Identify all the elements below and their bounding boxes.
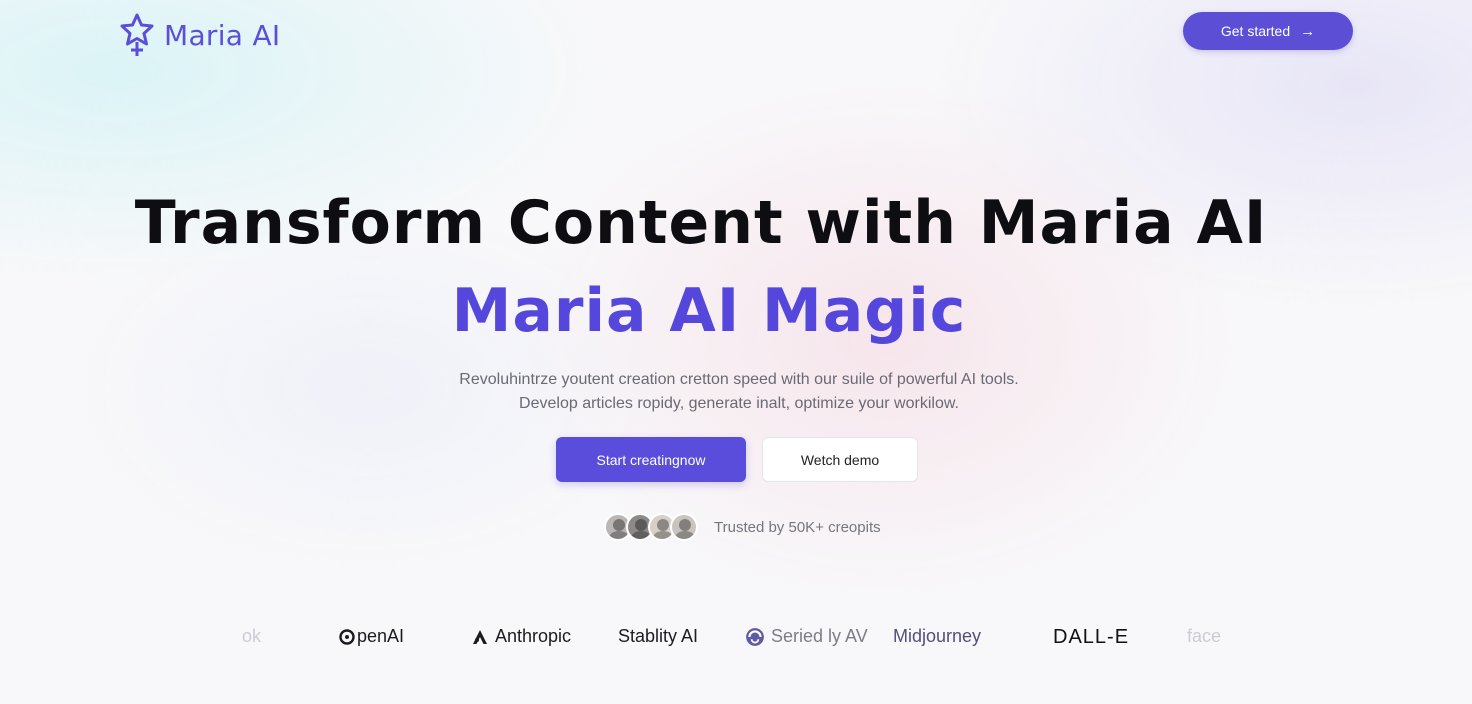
get-started-button[interactable]: Get started → (1183, 12, 1353, 50)
partner-logo-label: penAI (357, 626, 405, 646)
partner-logo-openai: penAI (338, 626, 404, 647)
openai-icon (339, 628, 355, 645)
partner-logo-label: face (1187, 626, 1222, 646)
partner-logos: ok penAI Anthropic Stablity AI Seried ly… (0, 620, 1472, 654)
swirl-icon (746, 627, 764, 646)
brand-logo[interactable]: Maria AI (118, 12, 280, 58)
trust-text: Trusted by 50K+ creopits (714, 518, 881, 536)
hero-headline: Transform Content with Maria AI (134, 188, 1268, 258)
partner-logo-label: Stablity AI (618, 626, 699, 646)
partner-logo-midjourney: Midjourney (893, 626, 981, 647)
hero-subtitle-line: Revoluhintrze youtent creation cretton s… (459, 371, 1019, 388)
arrow-right-icon: → (1300, 22, 1316, 40)
partner-logo-dalle: DALL-E (1053, 626, 1129, 649)
hero-headline-accent: Maria AI Magic (451, 276, 967, 346)
partner-logo-facebook: ok (242, 626, 261, 647)
anthropic-icon (473, 629, 487, 644)
partner-logo-label: ok (242, 626, 262, 646)
partner-logo-label: DALL-E (1053, 626, 1130, 648)
watch-demo-button[interactable]: Wetch demo (762, 437, 918, 482)
partner-logo-label: Seried ly AV (771, 626, 868, 646)
partner-logo-face: face (1187, 626, 1221, 647)
trust-badge: Trusted by 50K+ creopits (604, 513, 881, 541)
get-started-label: Get started (1220, 23, 1291, 39)
hero-subtitle-line: Develop articles ropidy, generate inalt,… (519, 395, 959, 412)
start-creating-button[interactable]: Start creatingnow (556, 437, 746, 482)
star-pin-icon (120, 13, 154, 56)
logo-text: Maria AI (164, 18, 281, 52)
partner-logo-series: Seried ly AV (745, 626, 868, 647)
partner-logo-label: Midjourney (893, 626, 982, 646)
avatar (670, 513, 698, 541)
partner-logo-label: Anthropic (495, 626, 572, 646)
avatar-group (604, 513, 698, 541)
hero-subtitle: Revoluhintrze youtent creation cretton s… (0, 368, 1472, 416)
partner-logo-anthropic: Anthropic (471, 626, 571, 647)
partner-logo-stability: Stablity AI (618, 626, 698, 647)
